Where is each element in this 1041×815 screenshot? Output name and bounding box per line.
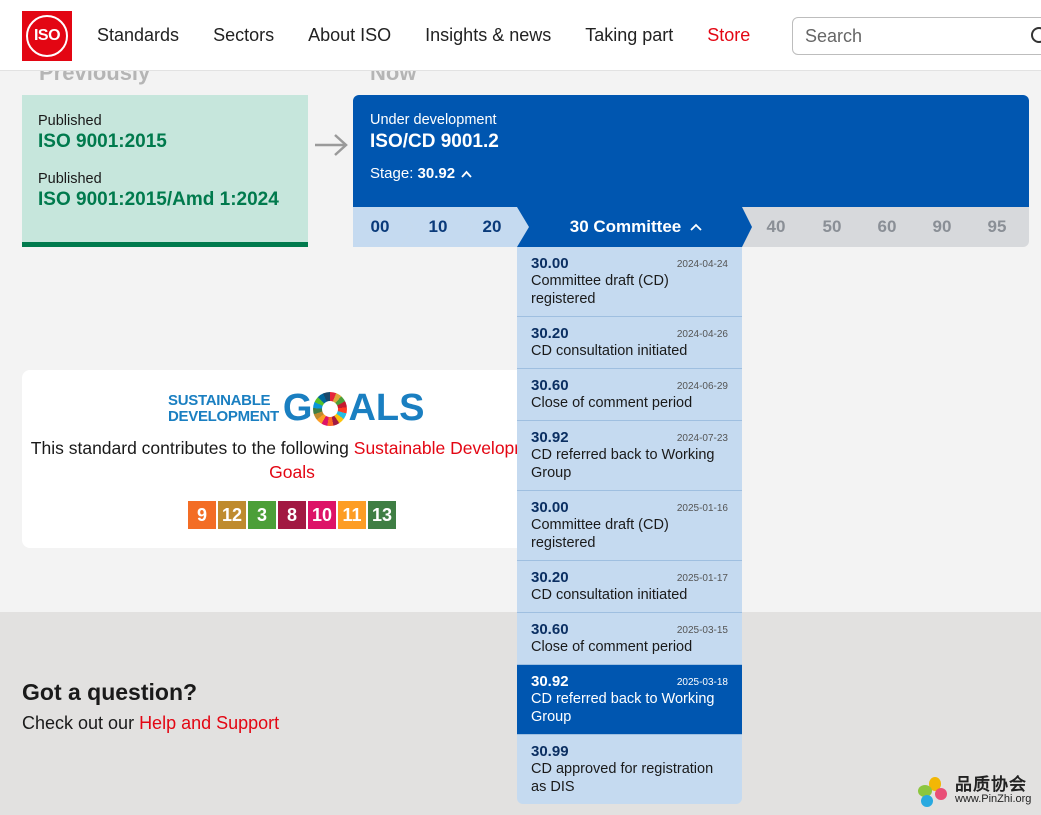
stage-value: 30.92 xyxy=(417,165,456,182)
stage-95[interactable]: 95 xyxy=(974,207,1020,247)
iso-logo-text: ISO xyxy=(26,15,68,57)
sdg-goal-badge[interactable]: 13 xyxy=(368,501,396,529)
watermark-url: www.PinZhi.org xyxy=(955,793,1032,805)
previous-standard-link[interactable]: ISO 9001:2015 xyxy=(38,131,292,153)
sdg-goal-badge[interactable]: 11 xyxy=(338,501,366,529)
watermark: 品质协会 www.PinZhi.org xyxy=(915,776,1031,808)
nav-store[interactable]: Store xyxy=(707,25,750,46)
chevron-up-icon xyxy=(461,170,472,178)
substage-description: Committee draft (CD) registered xyxy=(531,517,669,551)
help-support-link[interactable]: Help and Support xyxy=(139,713,279,733)
substage-description: Close of comment period xyxy=(531,395,693,411)
substage-description: Close of comment period xyxy=(531,639,693,655)
flower-logo-icon xyxy=(918,777,947,807)
substage-date: 2025-03-18 xyxy=(676,677,728,688)
arrow-right-icon xyxy=(315,134,348,156)
substage-description: CD consultation initiated xyxy=(531,587,688,603)
sdg-goal-badge[interactable]: 8 xyxy=(278,501,306,529)
watermark-cn: 品质协会 xyxy=(955,775,1027,794)
stage-60[interactable]: 60 xyxy=(864,207,910,247)
sdg-description: This standard contributes to the followi… xyxy=(22,436,562,484)
current-status-label: Under development xyxy=(370,112,497,128)
stage-40[interactable]: 40 xyxy=(753,207,799,247)
substage-item[interactable]: 30.60 2025-03-15 Close of comment period xyxy=(517,613,742,665)
sdg-goal-badge[interactable]: 9 xyxy=(188,501,216,529)
site-header: ISO Standards Sectors About ISO Insights… xyxy=(0,0,1041,71)
nav-about-iso[interactable]: About ISO xyxy=(308,25,391,46)
substage-item[interactable]: 30.92 2024-07-23 CD referred back to Worki… xyxy=(517,421,742,491)
nav-insights-news[interactable]: Insights & news xyxy=(425,25,551,46)
substage-date: 2024-06-29 xyxy=(676,381,728,392)
substage-item[interactable]: 30.20 2024-04-26 CD consultation initiated xyxy=(517,317,742,369)
stage-20[interactable]: 20 xyxy=(467,207,517,247)
previous-status-label: Published xyxy=(38,113,102,129)
stage-00[interactable]: 00 xyxy=(353,207,407,247)
substage-date: 2024-07-23 xyxy=(676,433,728,444)
substage-item[interactable]: 30.99 CD approved for registration as DIS xyxy=(517,735,742,804)
previous-amendment-link[interactable]: ISO 9001:2015/Amd 1:2024 xyxy=(38,189,292,211)
stage-50[interactable]: 50 xyxy=(809,207,855,247)
sdg-text-prefix: This standard contributes to the followi… xyxy=(30,438,354,458)
chevron-up-icon xyxy=(690,223,702,231)
sdg-wheel-icon xyxy=(313,391,348,426)
main-nav: Standards Sectors About ISO Insights & n… xyxy=(97,25,784,46)
substage-date: 2024-04-26 xyxy=(676,329,728,340)
previous-status-label: Published xyxy=(38,171,102,187)
sdg-logo-small-text: SUSTAINABLE DEVELOPMENT xyxy=(168,391,279,425)
help-text: Check out our Help and Support xyxy=(22,713,279,734)
help-title: Got a question? xyxy=(22,679,198,705)
substage-code: 30.99 xyxy=(531,743,569,760)
sdg-logo-line1: SUSTAINABLE xyxy=(168,391,271,409)
substage-description: CD consultation initiated xyxy=(531,343,688,359)
search-box xyxy=(792,17,1041,55)
sdg-logo: SUSTAINABLE DEVELOPMENT G ALS xyxy=(168,387,424,430)
stage-30-label: 30 Committee xyxy=(569,217,682,236)
sdg-logo-als: ALS xyxy=(348,387,425,429)
stage-10[interactable]: 10 xyxy=(411,207,465,247)
stage-toggle[interactable]: Stage: 30.92 xyxy=(370,165,1012,182)
sdg-goal-badge[interactable]: 12 xyxy=(218,501,246,529)
previous-editions-card: Published ISO 9001:2015 Published ISO 90… xyxy=(22,95,308,247)
sdg-goal-badge[interactable]: 10 xyxy=(308,501,336,529)
search-icon[interactable] xyxy=(1030,26,1041,48)
stage-bar: 00 10 20 30 Committee 40 50 60 90 95 xyxy=(353,207,1029,247)
sdg-logo-g: G xyxy=(282,387,313,429)
sdg-logo-line2: DEVELOPMENT xyxy=(168,407,279,425)
nav-standards[interactable]: Standards xyxy=(97,25,179,46)
substage-item[interactable]: 30.60 2024-06-29 Close of comment period xyxy=(517,369,742,421)
stage-30-committee[interactable]: 30 Committee xyxy=(529,207,743,247)
sdg-logo-goals: G ALS xyxy=(283,387,425,430)
substage-description: CD approved for registration as DIS xyxy=(531,761,714,795)
current-standard-ref: ISO/CD 9001.2 xyxy=(370,131,499,152)
substage-date: 2025-03-15 xyxy=(676,625,728,636)
stage-90[interactable]: 90 xyxy=(919,207,965,247)
current-edition-card: Under development ISO/CD 9001.2 Stage: 3… xyxy=(353,95,1029,207)
search-input[interactable] xyxy=(793,18,1013,55)
substage-date: 2025-01-17 xyxy=(676,573,728,584)
sdg-goal-badge[interactable]: 3 xyxy=(248,501,276,529)
sdg-goal-badges: 9 12 3 8 10 11 13 xyxy=(188,501,398,529)
substage-item[interactable]: 30.20 2025-01-17 CD consultation initiated xyxy=(517,561,742,613)
substage-item[interactable]: 30.92 2025-03-18 CD referred back to Worki… xyxy=(517,665,742,735)
substage-description: CD referred back to Working Group xyxy=(531,691,715,725)
iso-logo[interactable]: ISO xyxy=(22,11,72,61)
stage-label: Stage: xyxy=(370,165,414,182)
substage-item[interactable]: 30.00 2025-01-16 Committee draft (CD) regi… xyxy=(517,491,742,561)
substage-date: 2024-04-24 xyxy=(676,259,728,270)
nav-taking-part[interactable]: Taking part xyxy=(585,25,673,46)
substage-date: 2025-01-16 xyxy=(676,503,728,514)
nav-sectors[interactable]: Sectors xyxy=(213,25,274,46)
watermark-text: 品质协会 www.PinZhi.org xyxy=(955,775,1032,806)
help-text-prefix: Check out our xyxy=(22,713,140,733)
substage-description: CD referred back to Working Group xyxy=(531,447,715,481)
substage-description: Committee draft (CD) registered xyxy=(531,273,669,307)
substage-item[interactable]: 30.00 2024-04-24 Committee draft (CD) regi… xyxy=(517,247,742,317)
substage-dropdown: 30.00 2024-04-24 Committee draft (CD) regi… xyxy=(517,247,742,804)
